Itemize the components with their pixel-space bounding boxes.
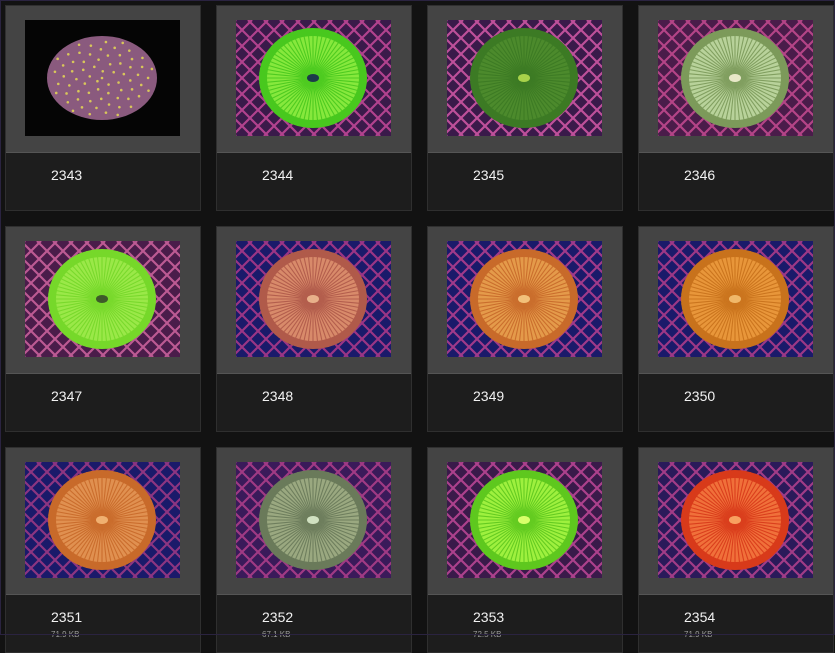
thumbnail-frame[interactable] (217, 227, 411, 374)
thumbnail-frame[interactable] (6, 448, 200, 595)
coral-thumbnail[interactable] (658, 20, 813, 136)
coral-thumbnail[interactable] (236, 462, 391, 578)
item-number: 2344 (262, 167, 294, 183)
thumbnail-frame[interactable] (217, 448, 411, 595)
item-number: 2352 (262, 609, 294, 625)
thumbnail-frame[interactable] (428, 227, 622, 374)
thumbnail-frame[interactable] (639, 448, 833, 595)
thumbnail-frame[interactable] (428, 6, 622, 153)
gallery-tile[interactable]: 2344 (216, 5, 412, 211)
item-number: 2348 (262, 388, 294, 404)
gallery-tile[interactable]: 2345 (427, 5, 623, 211)
coral-thumbnail[interactable] (25, 241, 180, 357)
item-number: 2351 (51, 609, 83, 625)
item-number: 2349 (473, 388, 505, 404)
item-number: 2343 (51, 167, 83, 183)
thumbnail-frame[interactable] (6, 6, 200, 153)
coral-thumbnail[interactable] (447, 462, 602, 578)
coral-thumbnail[interactable] (236, 241, 391, 357)
thumbnail-frame[interactable] (639, 227, 833, 374)
coral-thumbnail[interactable] (658, 241, 813, 357)
gallery-tile[interactable]: 2347 (5, 226, 201, 432)
coral-thumbnail[interactable] (25, 462, 180, 578)
gallery-tile[interactable]: 2346 (638, 5, 834, 211)
coral-thumbnail[interactable] (447, 20, 602, 136)
coral-thumbnail[interactable] (447, 241, 602, 357)
thumbnail-frame[interactable] (217, 6, 411, 153)
item-number: 2346 (684, 167, 716, 183)
gallery-tile[interactable]: 2353 72.5 KB (427, 447, 623, 653)
coral-thumbnail[interactable] (25, 20, 180, 136)
item-number: 2353 (473, 609, 505, 625)
item-number: 2350 (684, 388, 716, 404)
gallery-tile[interactable]: 2343 (5, 5, 201, 211)
gallery-tile[interactable]: 2350 (638, 226, 834, 432)
item-number: 2345 (473, 167, 505, 183)
gallery-tile[interactable]: 2349 (427, 226, 623, 432)
gallery-tile[interactable]: 2348 (216, 226, 412, 432)
gallery-tile[interactable]: 2354 71.9 KB (638, 447, 834, 653)
thumbnail-frame[interactable] (639, 6, 833, 153)
thumbnail-frame[interactable] (428, 448, 622, 595)
gallery-tile[interactable]: 2352 67.1 KB (216, 447, 412, 653)
item-number: 2354 (684, 609, 716, 625)
coral-thumbnail[interactable] (658, 462, 813, 578)
item-number: 2347 (51, 388, 83, 404)
thumbnail-frame[interactable] (6, 227, 200, 374)
coral-thumbnail[interactable] (236, 20, 391, 136)
gallery-tile[interactable]: 2351 71.9 KB (5, 447, 201, 653)
